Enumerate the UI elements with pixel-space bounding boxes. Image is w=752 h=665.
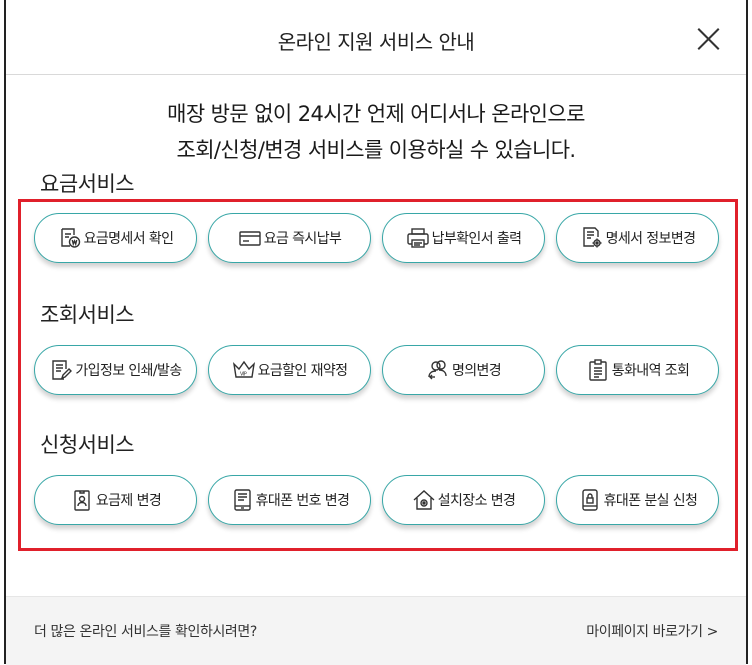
section-title-inquiry: 조회서비스 [40, 303, 135, 327]
subscription-info-button[interactable]: 가입정보 인쇄/발송 [34, 345, 197, 395]
discount-renewal-button[interactable]: VIP 요금할인 재약정 [208, 345, 371, 395]
install-location-button[interactable]: 설치장소 변경 [382, 475, 545, 525]
instant-pay-button[interactable]: 요금 즉시납부 [208, 213, 371, 263]
doc-gear-icon [580, 226, 604, 250]
ownership-change-button[interactable]: 명의변경 [382, 345, 545, 395]
billing-buttons: 요금명세서 확인 요금 즉시납부 납부확인서 출력 명세서 정보변경 [34, 213, 724, 265]
subscription-info-label: 가입정보 인쇄/발송 [75, 363, 182, 379]
phone-number-icon [230, 488, 254, 512]
call-history-button[interactable]: 통화내역 조회 [556, 345, 719, 395]
payment-receipt-label: 납부확인서 출력 [431, 231, 522, 247]
install-location-label: 설치장소 변경 [437, 493, 516, 509]
footer-prompt: 더 많은 온라인 서비스를 확인하시려면? [34, 624, 257, 640]
id-badge-icon [70, 488, 94, 512]
online-service-modal: 온라인 지원 서비스 안내 매장 방문 없이 24시간 언제 어디서나 온라인으… [4, 0, 748, 665]
section-title-application: 신청서비스 [40, 433, 135, 457]
phone-number-change-label: 휴대폰 번호 변경 [255, 493, 350, 509]
plan-change-label: 요금제 변경 [95, 493, 162, 509]
clipboard-list-icon [586, 358, 610, 382]
svg-text:VIP: VIP [240, 372, 247, 378]
call-history-label: 통화내역 조회 [611, 363, 690, 379]
user-swap-icon [426, 358, 450, 382]
instant-pay-label: 요금 즉시납부 [263, 231, 342, 247]
mypage-link[interactable]: 마이페이지 바로가기 > [586, 621, 718, 641]
statement-info-label: 명세서 정보변경 [605, 231, 696, 247]
phone-number-change-button[interactable]: 휴대폰 번호 변경 [208, 475, 371, 525]
plan-change-button[interactable]: 요금제 변경 [34, 475, 197, 525]
card-icon [238, 226, 262, 250]
lost-phone-button[interactable]: 휴대폰 분실 신청 [556, 475, 719, 525]
modal-header: 온라인 지원 서비스 안내 [6, 0, 746, 75]
intro-text: 매장 방문 없이 24시간 언제 어디서나 온라인으로 조회/신청/변경 서비스… [6, 96, 746, 168]
house-icon [412, 488, 436, 512]
printer-icon [406, 226, 430, 250]
intro-line-2: 조회/신청/변경 서비스를 이용하실 수 있습니다. [176, 138, 576, 162]
intro-line-1: 매장 방문 없이 24시간 언제 어디서나 온라인으로 [167, 102, 585, 126]
bill-check-icon [58, 226, 82, 250]
modal-title: 온라인 지원 서비스 안내 [277, 30, 475, 54]
section-title-billing: 요금서비스 [40, 172, 135, 196]
ownership-change-label: 명의변경 [451, 363, 502, 379]
close-icon[interactable] [696, 27, 720, 51]
bill-check-label: 요금명세서 확인 [83, 231, 174, 247]
application-buttons: 요금제 변경 휴대폰 번호 변경 설치장소 변경 휴대폰 분실 신청 [34, 475, 724, 527]
inquiry-buttons: 가입정보 인쇄/발송 VIP 요금할인 재약정 명의변경 통화내역 조회 [34, 345, 724, 397]
vip-crown-icon: VIP [232, 358, 256, 382]
modal-footer: 더 많은 온라인 서비스를 확인하시려면? 마이페이지 바로가기 > [6, 596, 746, 665]
discount-renewal-label: 요금할인 재약정 [257, 363, 348, 379]
lost-phone-label: 휴대폰 분실 신청 [603, 493, 698, 509]
phone-lock-icon [578, 488, 602, 512]
statement-info-button[interactable]: 명세서 정보변경 [556, 213, 719, 263]
doc-edit-icon [49, 358, 73, 382]
payment-receipt-button[interactable]: 납부확인서 출력 [382, 213, 545, 263]
bill-check-button[interactable]: 요금명세서 확인 [34, 213, 197, 263]
